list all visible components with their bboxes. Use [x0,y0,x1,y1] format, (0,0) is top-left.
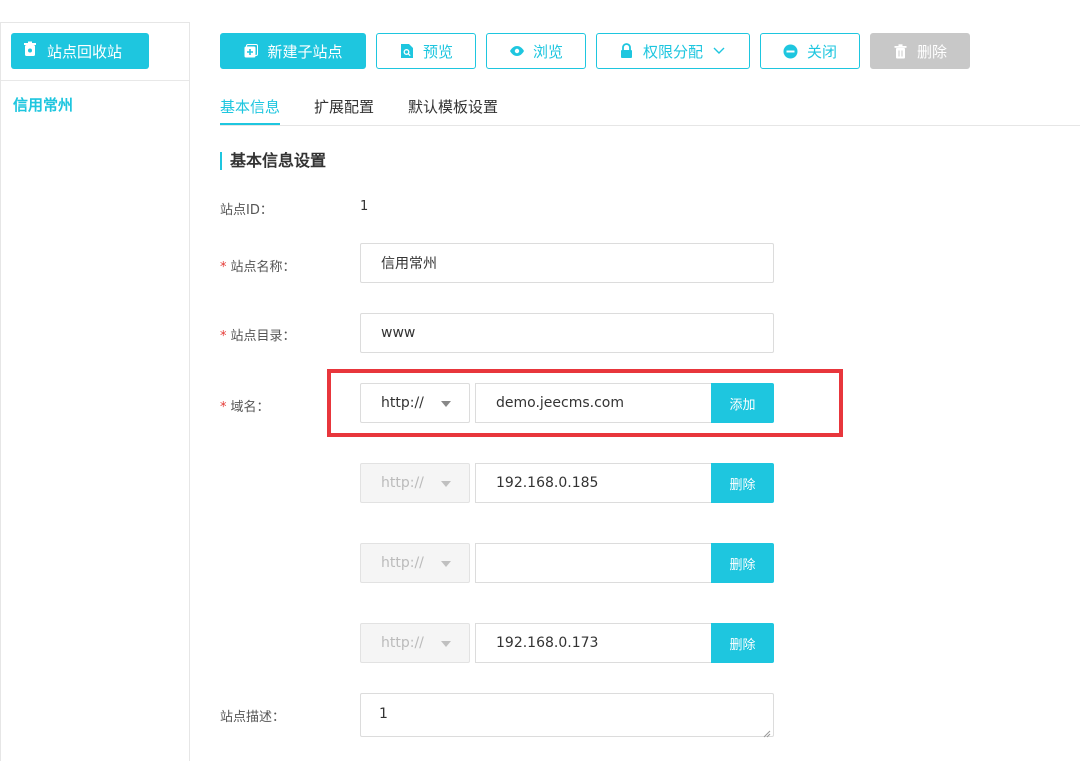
site-name-input[interactable]: 信用常州 [360,243,774,283]
section-title: 基本信息设置 [220,152,326,170]
site-dir-input[interactable]: www [360,313,774,353]
permissions-dropdown-button[interactable]: 权限分配 [596,33,750,69]
sidebar-divider [1,80,189,81]
chevron-down-icon [711,43,727,59]
caret-down-icon [441,401,451,407]
tab-basic-info[interactable]: 基本信息 [220,96,281,125]
site-id-value: 1 [360,199,369,214]
delete-domain-button[interactable]: 删除 [711,623,774,663]
required-mark: * [220,260,227,275]
delete-domain-button[interactable]: 删除 [711,543,774,583]
protocol-select[interactable]: http:// [360,623,470,663]
site-dir-label: * 站点目录： [220,325,296,344]
site-recycle-button[interactable]: 站点回收站 [11,33,149,69]
domain-input[interactable]: 192.168.0.185 [475,463,712,503]
required-mark: * [220,329,227,344]
site-desc-label: 站点描述： [220,710,286,725]
resize-grip-icon[interactable] [763,726,771,738]
tab-bar: 基本信息 扩展配置 默认模板设置 [220,96,1080,126]
recycle-label: 站点回收站 [47,42,123,61]
protocol-value: http:// [381,475,424,491]
tab-default-template[interactable]: 默认模板设置 [408,96,498,123]
add-domain-button[interactable]: 添加 [711,383,774,423]
domain-label: * 域名： [220,396,270,415]
caret-down-icon [441,481,451,487]
protocol-value: http:// [381,395,424,411]
protocol-select[interactable]: http:// [360,383,470,423]
browse-label: 浏览 [532,42,563,61]
caret-down-icon [441,561,451,567]
close-label: 关闭 [806,42,837,61]
eye-icon [509,43,525,59]
delete-domain-button[interactable]: 删除 [711,463,774,503]
trash-icon [893,43,909,59]
site-desc-value: 1 [379,706,388,722]
domain-input[interactable]: demo.jeecms.com [475,383,712,423]
required-mark: * [220,400,227,415]
new-child-site-label: 新建子站点 [267,42,343,61]
sidebar-site-item[interactable]: 信用常州 [13,94,73,115]
domain-label-text: 域名： [230,400,270,415]
domain-input[interactable] [475,543,712,583]
site-name-label: * 站点名称： [220,256,296,275]
domain-input[interactable]: 192.168.0.173 [475,623,712,663]
site-id-label: 站点ID： [220,203,273,218]
delete-label: 删除 [916,42,947,61]
preview-label: 预览 [422,42,453,61]
delete-button[interactable]: 删除 [870,33,970,69]
close-button[interactable]: 关闭 [760,33,860,69]
new-child-site-button[interactable]: 新建子站点 [220,33,366,69]
protocol-select[interactable]: http:// [360,543,470,583]
lock-icon [619,43,635,59]
browse-button[interactable]: 浏览 [486,33,586,69]
minus-circle-icon [783,43,799,59]
site-dir-label-text: 站点目录： [230,329,296,344]
protocol-value: http:// [381,635,424,651]
protocol-select[interactable]: http:// [360,463,470,503]
permissions-label: 权限分配 [642,42,703,61]
preview-button[interactable]: 预览 [376,33,476,69]
trash-icon [23,41,37,61]
tab-extended-config[interactable]: 扩展配置 [314,96,374,123]
toolbar: 新建子站点 预览 浏览 权限分配 关闭 删除 [220,33,970,69]
site-desc-textarea[interactable]: 1 [360,693,774,738]
preview-icon [399,43,415,59]
protocol-value: http:// [381,555,424,571]
sidebar: 站点回收站 信用常州 [0,22,190,761]
add-page-icon [243,43,259,59]
caret-down-icon [441,641,451,647]
site-name-label-text: 站点名称： [230,260,296,275]
